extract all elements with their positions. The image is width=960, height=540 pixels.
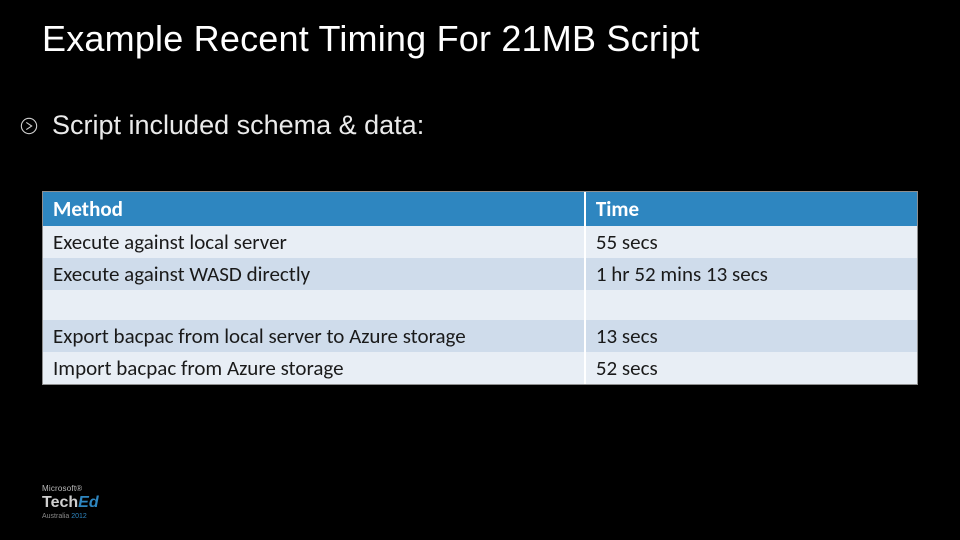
cell-time: 13 secs xyxy=(585,320,917,352)
header-time: Time xyxy=(585,192,917,226)
bullet-text: Script included schema & data: xyxy=(52,110,424,141)
table-row: Execute against local server 55 secs xyxy=(43,226,917,258)
table-header-row: Method Time xyxy=(43,192,917,226)
cell-time: 1 hr 52 mins 13 secs xyxy=(585,258,917,290)
region-text: Australia xyxy=(42,513,71,520)
cell-method: Execute against WASD directly xyxy=(43,258,585,290)
brand-main: TechEd xyxy=(42,495,99,511)
cell-method: Export bacpac from local server to Azure… xyxy=(43,320,585,352)
cell-method: Execute against local server xyxy=(43,226,585,258)
bullet-item: Script included schema & data: xyxy=(20,110,960,141)
footer-logo: Microsoft® TechEd Australia 2012 xyxy=(42,485,99,520)
slide-title: Example Recent Timing For 21MB Script xyxy=(0,0,960,60)
table-row: Import bacpac from Azure storage 52 secs xyxy=(43,352,917,384)
cell-method xyxy=(43,290,585,320)
arrow-bullet-icon xyxy=(20,117,38,135)
cell-method: Import bacpac from Azure storage xyxy=(43,352,585,384)
brand-ed: Ed xyxy=(78,494,98,511)
region-year: 2012 xyxy=(71,513,87,520)
cell-time xyxy=(585,290,917,320)
brand-small: Microsoft® xyxy=(42,485,99,493)
table-row xyxy=(43,290,917,320)
table-row: Execute against WASD directly 1 hr 52 mi… xyxy=(43,258,917,290)
brand-tech: Tech xyxy=(42,494,78,511)
cell-time: 55 secs xyxy=(585,226,917,258)
timing-table: Method Time Execute against local server… xyxy=(42,191,918,385)
cell-time: 52 secs xyxy=(585,352,917,384)
brand-region: Australia 2012 xyxy=(42,513,99,520)
table-row: Export bacpac from local server to Azure… xyxy=(43,320,917,352)
header-method: Method xyxy=(43,192,585,226)
